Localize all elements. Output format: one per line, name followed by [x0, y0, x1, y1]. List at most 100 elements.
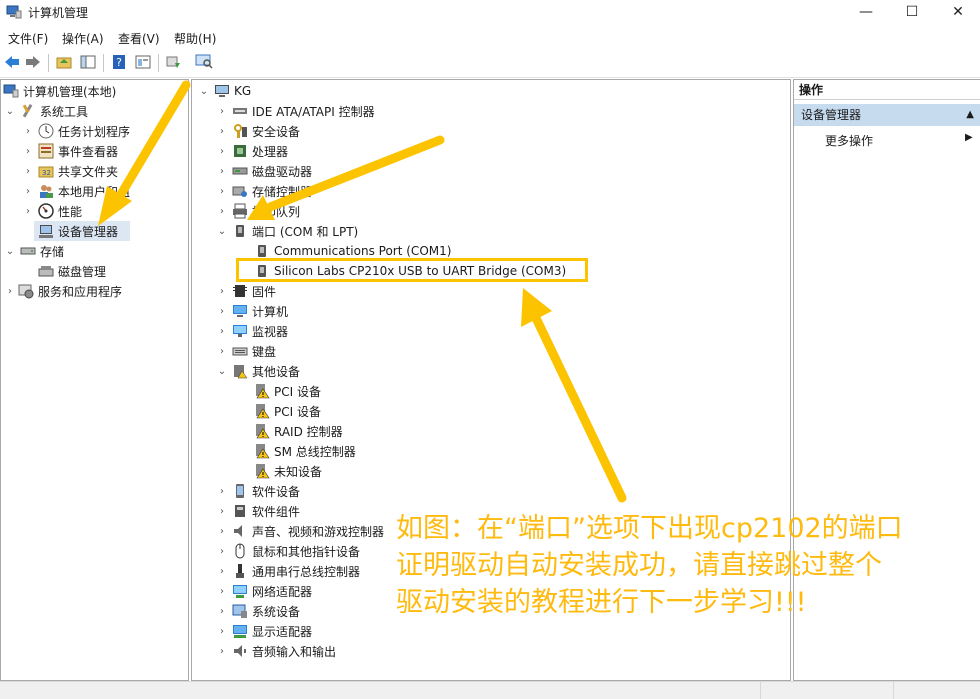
- chevron-right-icon[interactable]: ›: [216, 306, 228, 317]
- device-tree-item[interactable]: › 计算机: [216, 301, 288, 321]
- console-tree-pane[interactable]: 计算机管理(本地) ⌄ 系统工具 › 任务计划程序 › 事件查看器 › 32 共…: [0, 79, 189, 681]
- tree-item-event-viewer[interactable]: › 事件查看器: [22, 141, 118, 161]
- device-tree-item[interactable]: › 显示适配器: [216, 621, 312, 641]
- chevron-right-icon[interactable]: ›: [216, 126, 228, 137]
- chevron-right-icon[interactable]: ›: [216, 506, 228, 517]
- tree-item-computer-management[interactable]: 计算机管理(本地): [3, 81, 116, 101]
- update-driver-icon: [166, 56, 180, 68]
- device-tree-item[interactable]: › 通用串行总线控制器: [216, 561, 360, 581]
- chevron-right-icon[interactable]: ›: [216, 166, 228, 177]
- device-tree-item[interactable]: PCI 设备: [250, 401, 321, 421]
- chevron-right-icon[interactable]: ›: [216, 186, 228, 197]
- device-tree-item[interactable]: › 磁盘驱动器: [216, 161, 312, 181]
- device-tree-item[interactable]: › 软件设备: [216, 481, 300, 501]
- chevron-right-icon[interactable]: ›: [216, 206, 228, 217]
- device-tree-item[interactable]: › 鼠标和其他指针设备: [216, 541, 360, 561]
- more-actions-label: 更多操作: [825, 134, 874, 148]
- chevron-right-icon[interactable]: ›: [216, 346, 228, 357]
- actions-section-device-manager[interactable]: 设备管理器 ▲: [794, 104, 980, 126]
- chevron-right-icon[interactable]: ›: [216, 146, 228, 157]
- device-tree-item[interactable]: › 处理器: [216, 141, 288, 161]
- chevron-right-icon[interactable]: ›: [22, 166, 34, 177]
- device-tree-item[interactable]: PCI 设备: [250, 381, 321, 401]
- chevron-right-icon[interactable]: ›: [216, 486, 228, 497]
- chevron-right-icon[interactable]: ›: [216, 646, 228, 657]
- tree-item-storage[interactable]: ⌄ 存储: [4, 241, 64, 261]
- chevron-right-icon[interactable]: ›: [22, 126, 34, 137]
- chevron-right-icon[interactable]: ▶: [965, 132, 973, 143]
- device-tree-item[interactable]: › 软件组件: [216, 501, 300, 521]
- svg-text:?: ?: [116, 56, 122, 69]
- status-segment: [893, 682, 894, 699]
- device-tree-item[interactable]: RAID 控制器: [250, 421, 343, 441]
- maximize-button[interactable]: ☐: [889, 0, 935, 24]
- device-tree-item[interactable]: 未知设备: [250, 461, 322, 481]
- tree-item-disk-management[interactable]: 磁盘管理: [34, 261, 106, 281]
- help-button[interactable]: ?: [110, 53, 128, 71]
- menu-action[interactable]: 操作(A): [62, 30, 104, 47]
- tree-item-services-applications[interactable]: › 服务和应用程序: [4, 281, 122, 301]
- chevron-right-icon[interactable]: ›: [216, 626, 228, 637]
- tree-item-label: 本地用户和组: [58, 184, 131, 199]
- disk-management-icon: [38, 263, 54, 279]
- chevron-down-icon[interactable]: ⌄: [4, 246, 16, 257]
- show-hide-console-tree-button[interactable]: [79, 53, 97, 71]
- update-driver-button[interactable]: [164, 53, 182, 71]
- tree-item-local-users-groups[interactable]: › 本地用户和组: [22, 181, 130, 201]
- chevron-right-icon[interactable]: ›: [216, 326, 228, 337]
- chevron-down-icon[interactable]: ⌄: [198, 86, 210, 97]
- chevron-right-icon[interactable]: ›: [216, 526, 228, 537]
- device-tree-item[interactable]: › 打印队列: [216, 201, 300, 221]
- menu-file[interactable]: 文件(F): [8, 30, 48, 47]
- chevron-right-icon[interactable]: ›: [216, 106, 228, 117]
- chevron-right-icon[interactable]: ›: [216, 286, 228, 297]
- forward-button[interactable]: [24, 53, 42, 71]
- computer-management-icon: [3, 83, 19, 99]
- device-tree-item[interactable]: SM 总线控制器: [250, 441, 356, 461]
- device-tree-item-label: 磁盘驱动器: [252, 164, 313, 179]
- chevron-down-icon[interactable]: ⌄: [4, 106, 16, 117]
- tree-item-label: 事件查看器: [58, 144, 119, 159]
- close-button[interactable]: ✕: [935, 0, 980, 24]
- device-tree-item[interactable]: › 存储控制器: [216, 181, 312, 201]
- properties-button[interactable]: [134, 53, 152, 71]
- chevron-right-icon[interactable]: ›: [216, 606, 228, 617]
- device-tree-item[interactable]: › 监视器: [216, 321, 288, 341]
- chevron-right-icon[interactable]: ›: [216, 566, 228, 577]
- device-tree-item[interactable]: › 声音、视频和游戏控制器: [216, 521, 384, 541]
- device-tree-item[interactable]: › 网络适配器: [216, 581, 312, 601]
- scan-hardware-button[interactable]: [195, 53, 213, 71]
- device-tree-item[interactable]: ⌄ 端口 (COM 和 LPT): [216, 221, 358, 241]
- device-tree-item[interactable]: › 固件: [216, 281, 276, 301]
- device-tree-item[interactable]: › 音频输入和输出: [216, 641, 336, 661]
- highlight-box: [236, 258, 588, 282]
- menu-help[interactable]: 帮助(H): [174, 30, 216, 47]
- chevron-right-icon[interactable]: ›: [22, 206, 34, 217]
- collapse-up-icon[interactable]: ▲: [966, 104, 974, 126]
- tree-item-task-scheduler[interactable]: › 任务计划程序: [22, 121, 130, 141]
- chevron-right-icon[interactable]: ›: [216, 586, 228, 597]
- keyboard-icon: [232, 343, 248, 359]
- device-tree-root[interactable]: ⌄ KG: [198, 81, 251, 101]
- device-tree-item[interactable]: › IDE ATA/ATAPI 控制器: [216, 101, 375, 121]
- device-tree-item[interactable]: ⌄ 其他设备: [216, 361, 300, 381]
- more-actions-link[interactable]: 更多操作: [825, 132, 873, 149]
- chevron-right-icon[interactable]: ›: [4, 286, 16, 297]
- chevron-down-icon[interactable]: ⌄: [216, 366, 228, 377]
- device-tree-item[interactable]: › 系统设备: [216, 601, 300, 621]
- device-tree-item[interactable]: › 安全设备: [216, 121, 300, 141]
- tree-item-system-tools[interactable]: ⌄ 系统工具: [4, 101, 88, 121]
- tree-item-performance[interactable]: › 性能: [22, 201, 82, 221]
- up-folder-button[interactable]: [55, 53, 73, 71]
- printer-icon: [232, 203, 248, 219]
- menu-view[interactable]: 查看(V): [118, 30, 160, 47]
- back-button[interactable]: [3, 53, 21, 71]
- minimize-button[interactable]: —: [843, 0, 889, 24]
- tree-item-device-manager[interactable]: 设备管理器: [34, 221, 130, 241]
- tree-item-shared-folders[interactable]: › 32 共享文件夹: [22, 161, 118, 181]
- chevron-down-icon[interactable]: ⌄: [216, 226, 228, 237]
- chevron-right-icon[interactable]: ›: [216, 546, 228, 557]
- device-tree-item[interactable]: › 键盘: [216, 341, 276, 361]
- chevron-right-icon[interactable]: ›: [22, 146, 34, 157]
- chevron-right-icon[interactable]: ›: [22, 186, 34, 197]
